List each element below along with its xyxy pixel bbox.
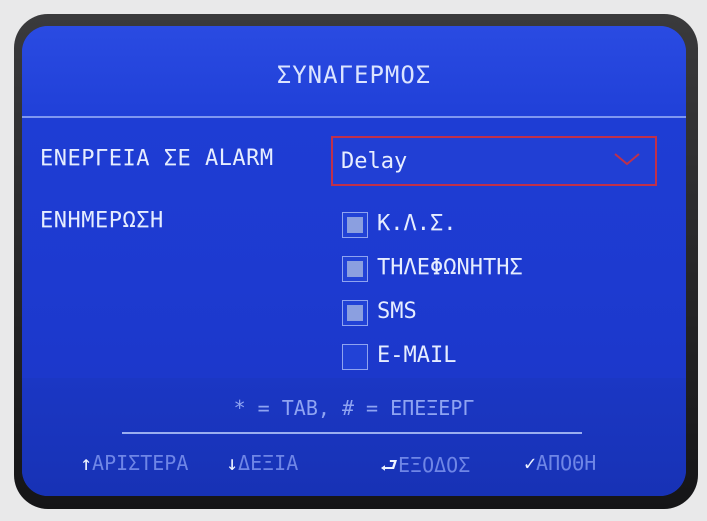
softkey-right-label: ΔΕΞΙΑ bbox=[238, 451, 299, 475]
softkey-exit-label: ΕΞΟΔΟΣ bbox=[398, 453, 471, 477]
alarm-action-label: ΕΝΕΡΓΕΙΑ ΣΕ ALARM bbox=[40, 146, 274, 171]
checkbox-dialer[interactable] bbox=[342, 256, 368, 282]
checkbox-kls[interactable] bbox=[342, 212, 368, 238]
checkbox-sms[interactable] bbox=[342, 300, 368, 326]
return-icon: ⮐ bbox=[380, 453, 398, 477]
alarm-action-value: Delay bbox=[341, 149, 408, 174]
softkey-save[interactable]: ✓ΑΠΟΘΗ bbox=[524, 451, 596, 475]
lcd-screen: ΣΥΝΑΓΕΡΜΟΣ ΕΝΕΡΓΕΙΑ ΣΕ ALARM Delay ΕΝΗΜΕ… bbox=[22, 26, 686, 496]
key-hint: * = TAB, # = ΕΠΕΞΕΡΓ bbox=[233, 396, 475, 420]
page-title: ΣΥΝΑΓΕΡΜΟΣ bbox=[276, 61, 432, 89]
arrow-down-icon: ↓ bbox=[226, 451, 239, 475]
softkey-right[interactable]: ↓ΔΕΞΙΑ bbox=[226, 451, 298, 475]
softkey-left-label: ΑΡΙΣΤΕΡΑ bbox=[92, 451, 189, 475]
checkbox-email[interactable] bbox=[342, 344, 368, 370]
softkey-save-label: ΑΠΟΘΗ bbox=[536, 451, 597, 475]
notify-label: ΕΝΗΜΕΡΩΣΗ bbox=[40, 208, 164, 233]
checkbox-email-label: E-MAIL bbox=[377, 343, 457, 368]
softkey-left[interactable]: ↑ΑΡΙΣΤΕΡΑ bbox=[80, 451, 188, 475]
checkmark-icon: ✓ bbox=[524, 451, 537, 475]
softkey-exit[interactable]: ⮐ΕΞΟΔΟΣ bbox=[380, 451, 470, 485]
checkbox-dialer-label: ΤΗΛΕΦΩΝΗΤΗΣ bbox=[377, 255, 523, 280]
arrow-up-icon: ↑ bbox=[80, 451, 93, 475]
alarm-action-dropdown[interactable]: Delay bbox=[331, 136, 657, 186]
divider bbox=[122, 432, 582, 434]
checkbox-sms-label: SMS bbox=[377, 299, 417, 324]
title-bar: ΣΥΝΑΓΕΡΜΟΣ bbox=[22, 26, 686, 118]
checkbox-kls-label: Κ.Λ.Σ. bbox=[377, 211, 457, 236]
chevron-down-icon bbox=[614, 153, 640, 166]
